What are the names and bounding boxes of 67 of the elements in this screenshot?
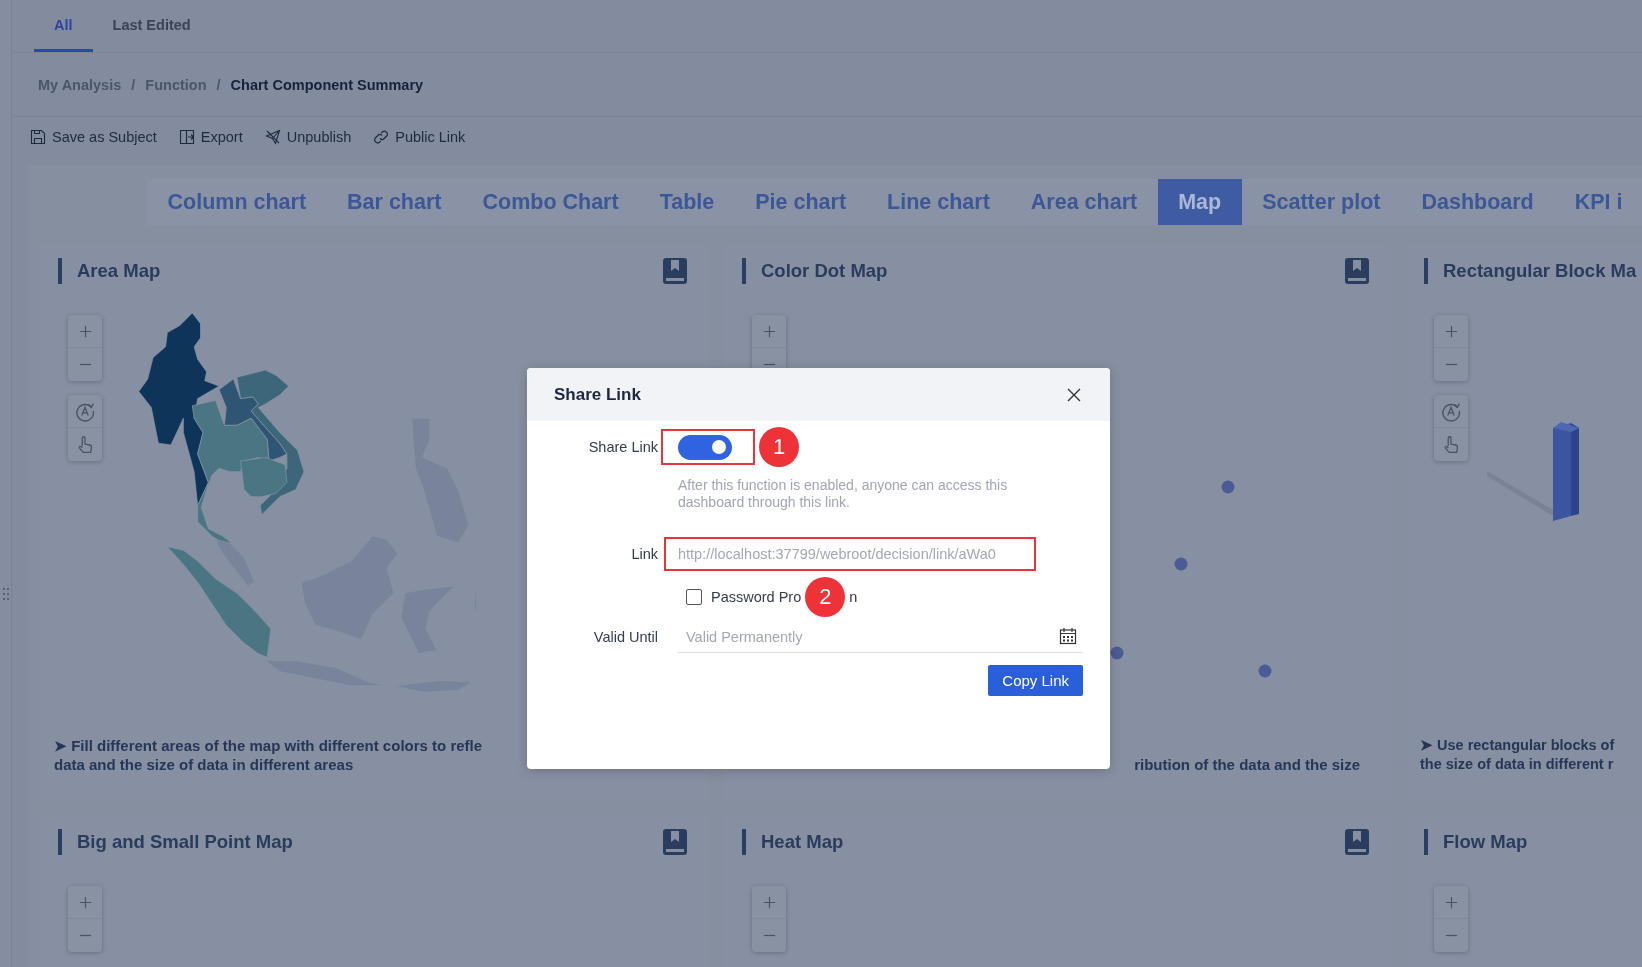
breadcrumb-separator: / xyxy=(131,76,136,93)
accent-bar xyxy=(58,258,62,284)
card-title: Flow Map xyxy=(1443,831,1529,853)
link-field[interactable]: http://localhost:37799/webroot/decision/link/aWa0 xyxy=(664,537,1036,571)
card-description: the size of data in different r xyxy=(1420,755,1615,774)
card-description: ribution of the data and the size xyxy=(1134,755,1360,774)
copy-link-button[interactable]: Copy Link xyxy=(988,665,1083,696)
accent-bar xyxy=(1424,258,1428,284)
plus-icon xyxy=(1443,323,1459,339)
book-icon[interactable] xyxy=(1344,828,1370,856)
chart-type-tab[interactable]: Column chart xyxy=(147,179,327,225)
field-label: Share Link xyxy=(587,439,658,455)
card-title: Rectangular Block Ma xyxy=(1443,260,1638,282)
breadcrumb-separator: / xyxy=(216,76,221,93)
chart-type-tab[interactable]: Bar chart xyxy=(326,179,462,225)
toolbar-button[interactable]: Export xyxy=(178,129,243,145)
chart-type-tab[interactable]: Pie chart xyxy=(734,179,867,225)
checkbox-label: n xyxy=(849,589,858,605)
step-number: 1 xyxy=(759,427,799,467)
plus-icon xyxy=(761,323,777,339)
save-icon xyxy=(30,129,46,145)
link-icon xyxy=(373,129,390,145)
card-description: data and the size of data in different areas xyxy=(54,755,355,774)
book-icon[interactable] xyxy=(662,828,688,856)
card-description: ➤ Fill different areas of the map with different colors to refle xyxy=(54,736,484,755)
toolbar-button[interactable]: Unpublish xyxy=(264,129,352,145)
step-number: 2 xyxy=(805,577,846,617)
help-text: After this function is enabled, anyone can access this dashboard through this link. xyxy=(678,477,1009,511)
plus-icon xyxy=(1443,894,1459,910)
plus-icon xyxy=(77,894,93,910)
chart-type-tab[interactable]: Area chart xyxy=(1010,179,1158,225)
accent-bar xyxy=(742,258,746,284)
field-label: Valid Until xyxy=(592,629,658,645)
accent-bar xyxy=(58,829,62,855)
accent-bar xyxy=(742,829,746,855)
book-icon[interactable] xyxy=(662,257,688,285)
chart-type-tab[interactable]: Scatter plot xyxy=(1241,179,1401,225)
chart-type-tab[interactable]: Table xyxy=(639,179,735,225)
checkbox-label: Password Pro xyxy=(711,589,802,605)
card-title: Area Map xyxy=(77,260,162,282)
dialog-title: Share Link xyxy=(554,384,641,405)
password-checkbox[interactable] xyxy=(686,589,702,605)
field-label: Link xyxy=(630,546,658,562)
export-icon xyxy=(178,129,195,145)
card-title: Heat Map xyxy=(761,831,845,853)
book-icon[interactable] xyxy=(1344,257,1370,285)
plus-icon xyxy=(77,323,93,339)
close-icon xyxy=(1066,386,1082,403)
chart-type-tab[interactable]: Map xyxy=(1157,179,1242,225)
share-toggle[interactable] xyxy=(678,434,732,460)
breadcrumb-item: Chart Component Summary xyxy=(230,76,424,93)
card-title: Color Dot Map xyxy=(761,260,889,282)
paper-plane-icon xyxy=(264,129,281,145)
plus-icon xyxy=(761,894,777,910)
toolbar-button[interactable]: Save as Subject xyxy=(30,129,157,145)
view-tab[interactable]: Last Edited xyxy=(92,0,211,52)
toolbar-button[interactable]: Public Link xyxy=(373,129,466,145)
view-tab[interactable]: All xyxy=(34,0,93,52)
chart-type-tab[interactable]: Combo Chart xyxy=(462,179,640,225)
accent-bar xyxy=(1424,829,1428,855)
chart-type-tab[interactable]: Dashboard xyxy=(1400,179,1555,225)
drag-handle-icon[interactable] xyxy=(1,586,10,601)
chart-type-tab[interactable]: Line chart xyxy=(866,179,1011,225)
calendar-icon xyxy=(1059,627,1077,645)
card-title: Big and Small Point Map xyxy=(77,831,294,853)
card-description: ➤ Use rectangular blocks of xyxy=(1420,736,1616,755)
chart-type-tab[interactable]: KPI i xyxy=(1554,179,1642,225)
